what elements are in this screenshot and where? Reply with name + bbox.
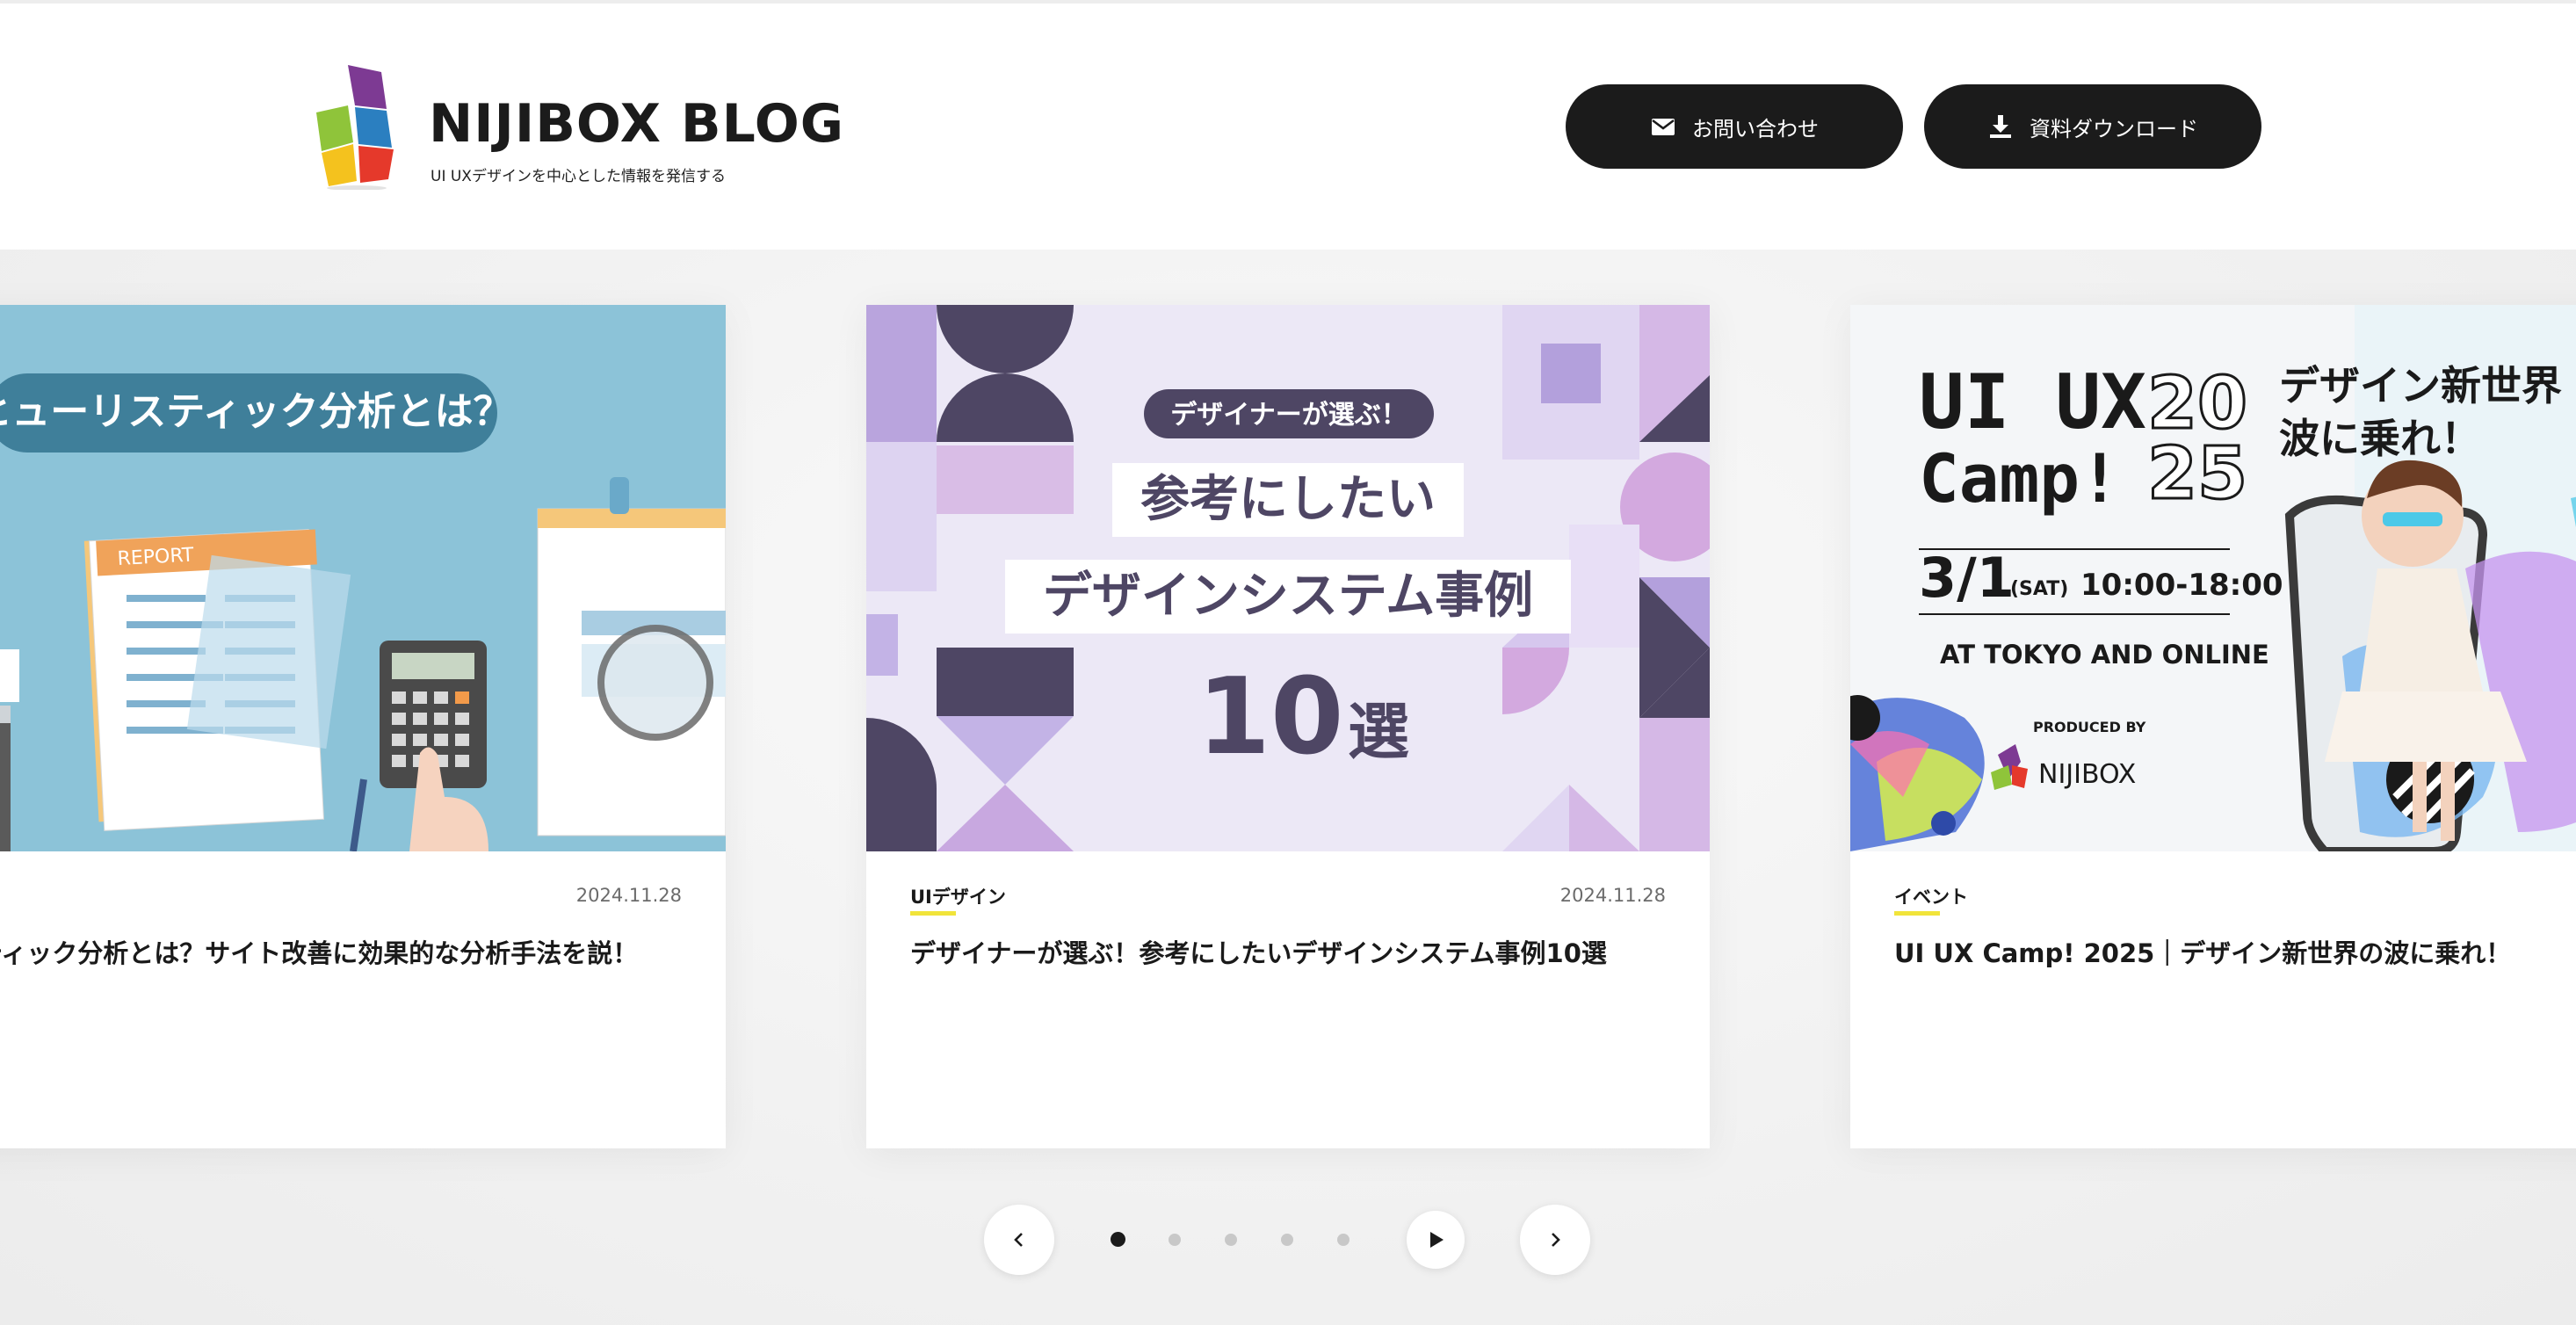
contact-button[interactable]: お問い合わせ	[1566, 84, 1903, 169]
thumb-badge: デザイナーが選ぶ！	[1170, 400, 1407, 431]
article-card[interactable]: デザイナーが選ぶ！ 参考にしたい デザインシステム事例 10 選 UIデザイン …	[866, 305, 1710, 1148]
carousel-next-button[interactable]	[1520, 1205, 1590, 1275]
article-meta: イベント 20	[1894, 883, 2576, 918]
thumb-logo2: Camp!	[1919, 439, 2120, 518]
chevron-left-icon	[1014, 1233, 1023, 1247]
article-thumbnail: UI UX Camp! 20 25 デザイン新世界 波に乗れ！ 3/1 (SAT…	[1850, 305, 2576, 851]
chevron-right-icon	[1552, 1233, 1560, 1247]
carousel-play-button[interactable]	[1407, 1211, 1465, 1269]
article-thumbnail: デザイナーが選ぶ！ 参考にしたい デザインシステム事例 10 選	[866, 305, 1710, 851]
nijibox-logo-icon	[316, 65, 394, 190]
article-card[interactable]: UI UX Camp! 20 25 デザイン新世界 波に乗れ！ 3/1 (SAT…	[1850, 305, 2576, 1148]
carousel-dot[interactable]	[1225, 1234, 1237, 1246]
logo-title: NIJIBOX BLOG	[429, 93, 845, 155]
thumb-line1: 参考にしたい	[1140, 471, 1436, 528]
article-meta: UIデザイン 2024.11.28	[910, 883, 1666, 918]
mail-icon	[1652, 119, 1675, 135]
article-thumbnail: ヒューリスティック分析とは？ REPORT	[0, 305, 726, 851]
article-category: UIデザイン	[910, 887, 1006, 908]
thumb-catch2: 波に乗れ！	[2279, 415, 2481, 462]
thumb-logo1: UI UX	[1919, 358, 2146, 446]
download-button-label: 資料ダウンロード	[2030, 116, 2198, 141]
carousel-dot[interactable]	[1337, 1234, 1350, 1246]
contact-button-label: お問い合わせ	[1692, 116, 1819, 141]
uiux-camp-illustration: UI UX Camp! 20 25 デザイン新世界 波に乗れ！ 3/1 (SAT…	[1850, 305, 2576, 851]
article-title[interactable]: デザイナーが選ぶ！参考にしたいデザインシステム事例10選	[910, 930, 1666, 976]
article-title[interactable]: リスティック分析とは？サイト改善に効果的な分析手法を説！	[0, 930, 682, 976]
thumb-catch1: デザイン新世界	[2279, 362, 2562, 409]
thumb-produced: PRODUCED BY	[2033, 719, 2146, 735]
thumb-venue: AT TOKYO AND ONLINE	[1940, 640, 2269, 670]
thumb-date: 3/1	[1919, 546, 2015, 610]
download-button[interactable]: 資料ダウンロード	[1924, 84, 2261, 169]
logo-tagline: UI UXデザインを中心とした情報を発信する	[431, 168, 726, 185]
article-date: 2024.11.28	[1559, 885, 1666, 906]
thumb-line2: デザインシステム事例	[1043, 568, 1533, 625]
thumb-report-label: REPORT	[117, 544, 195, 570]
thumb-number: 10	[1198, 656, 1344, 778]
thumb-brand: NIJIBOX	[2038, 759, 2136, 790]
carousel-dot[interactable]	[1111, 1232, 1125, 1247]
article-category: イベント	[1894, 887, 1968, 908]
carousel-dot[interactable]	[1169, 1234, 1181, 1246]
carousel-dot[interactable]	[1281, 1234, 1293, 1246]
carousel-pagination	[1111, 1232, 1365, 1249]
play-icon	[1430, 1232, 1444, 1248]
download-icon	[1990, 115, 2011, 138]
thumb-time: 10:00-18:00	[2080, 568, 2283, 603]
article-title[interactable]: UI UX Camp! 2025｜デザイン新世界の波に乗れ！	[1894, 930, 2576, 976]
thumb-day: (SAT)	[2010, 578, 2068, 600]
site-logo[interactable]: NIJIBOX BLOG UI UXデザインを中心とした情報を発信する	[313, 60, 843, 192]
category-underline	[1894, 911, 1940, 916]
thumb-heading: ヒューリスティック分析とは？	[0, 389, 512, 434]
article-date: 2024.11.28	[575, 885, 682, 906]
category-underline	[910, 911, 956, 916]
heuristic-analysis-illustration: ヒューリスティック分析とは？ REPORT	[0, 305, 726, 851]
design-system-illustration: デザイナーが選ぶ！ 参考にしたい デザインシステム事例 10 選	[866, 305, 1710, 851]
thumb-sen: 選	[1348, 696, 1409, 768]
thumb-year-bottom: 25	[2147, 432, 2247, 516]
site-header: NIJIBOX BLOG UI UXデザインを中心とした情報を発信する お問い合…	[0, 0, 2576, 250]
article-card[interactable]: ヒューリスティック分析とは？ REPORT 2024.11.28 ィック分析とは…	[0, 305, 726, 1148]
article-meta: ン 2024.11.28	[0, 883, 682, 918]
carousel-prev-button[interactable]	[984, 1205, 1054, 1275]
